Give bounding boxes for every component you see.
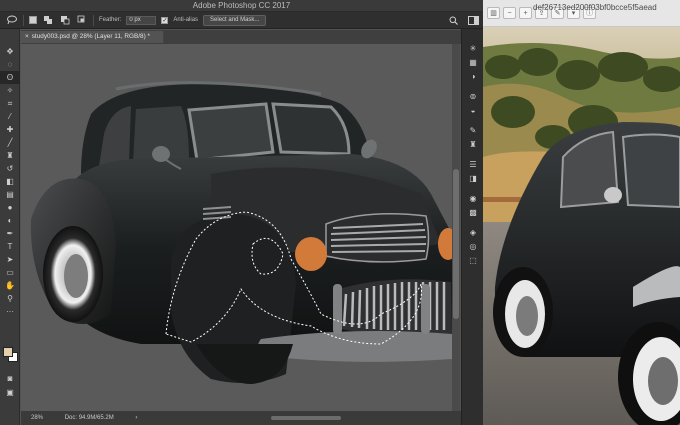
screen-mode-icon[interactable]: ▣ <box>0 386 20 399</box>
styles-panel-icon[interactable]: ◒ <box>462 103 484 117</box>
sidebar-icon[interactable]: ▥ <box>487 7 500 19</box>
horizontal-scroll-thumb[interactable] <box>271 416 341 420</box>
intersect-selection-icon[interactable] <box>76 15 88 26</box>
navigator-panel-icon[interactable]: ✳ <box>462 41 484 55</box>
more-tools-icon[interactable]: ··· <box>0 305 20 318</box>
eraser-tool-icon[interactable]: ◧ <box>0 175 20 188</box>
healing-brush-tool-icon[interactable]: ✚ <box>0 123 20 136</box>
reference-car-photo <box>483 27 680 425</box>
lasso-tool-icon[interactable]: ʘ <box>0 71 20 84</box>
zoom-out-icon[interactable]: − <box>503 7 516 19</box>
layers-panel-icon[interactable]: ◈ <box>462 225 484 239</box>
search-icon[interactable] <box>447 15 459 26</box>
options-bar: Feather: ✓ Anti-alias Select and Mask... <box>0 12 483 29</box>
preview-window: ▥ − + ⇪ ✎ ▾ ⓘ def26713ed200f03bf0bcce5f5… <box>483 0 680 425</box>
separator <box>93 14 94 26</box>
properties-panel-icon[interactable]: ☰ <box>462 157 484 171</box>
adjustments-panel-icon[interactable]: ◑ <box>462 69 484 83</box>
libraries-panel-icon[interactable]: ⬚ <box>462 253 484 267</box>
anti-alias-checkbox[interactable]: ✓ <box>161 16 169 24</box>
clone-source-panel-icon[interactable]: ♜ <box>462 137 484 151</box>
feather-label: Feather: <box>99 17 122 23</box>
history-brush-tool-icon[interactable]: ↺ <box>0 162 20 175</box>
quick-mask-icon[interactable]: ◙ <box>0 372 20 385</box>
lasso-tool-preset-icon[interactable] <box>6 15 18 26</box>
feather-input[interactable] <box>126 15 157 25</box>
brush-tool-icon[interactable]: ╱ <box>0 136 20 149</box>
vertical-scrollbar[interactable] <box>452 44 460 411</box>
document-canvas[interactable] <box>21 44 452 411</box>
blur-tool-icon[interactable]: ● <box>0 201 20 214</box>
select-and-mask-button[interactable]: Select and Mask... <box>203 14 267 26</box>
zoom-tool-icon[interactable]: ⚲ <box>0 292 20 305</box>
tools-panel: ✥ ◌ ʘ ✧ ⌗ ⁄ ✚ ╱ ♜ ↺ ◧ ▤ ● ◐ ✒ T ➤ ▭ ✋ ⚲ … <box>0 29 20 425</box>
path-selection-tool-icon[interactable]: ➤ <box>0 253 20 266</box>
type-tool-icon[interactable]: T <box>0 240 20 253</box>
paths-panel-icon[interactable]: ⊚ <box>462 89 484 103</box>
bumper-guard-left <box>333 284 342 334</box>
swatches-panel-icon[interactable]: ▩ <box>462 205 484 219</box>
pen-tool-icon[interactable]: ✒ <box>0 227 20 240</box>
preview-toolbar: ▥ − + ⇪ ✎ ▾ ⓘ def26713ed200f03bf0bcce5f5… <box>483 0 680 27</box>
foreground-color-swatch[interactable] <box>3 347 13 357</box>
bumper-guard-right <box>421 284 430 334</box>
photoshop-window: Adobe Photoshop CC 2017 Feather: ✓ Anti-… <box>0 0 483 425</box>
info-panel-icon[interactable]: ◉ <box>462 191 484 205</box>
vertical-scroll-thumb[interactable] <box>453 169 459 319</box>
channels-panel-icon[interactable]: ◎ <box>462 239 484 253</box>
document-tab-title: study003.psd @ 28% (Layer 11, RGB/8) * <box>31 33 150 40</box>
subtract-from-selection-icon[interactable] <box>59 15 71 26</box>
preview-url: def26713ed200f03bf0bcce5f5aead <box>533 3 657 12</box>
front-headlight <box>295 237 327 271</box>
close-tab-icon[interactable]: × <box>25 33 29 40</box>
anti-alias-label: Anti-alias <box>173 17 199 23</box>
window-title: Adobe Photoshop CC 2017 <box>0 0 483 12</box>
hand-tool-icon[interactable]: ✋ <box>0 279 20 292</box>
history-panel-icon[interactable]: ◨ <box>462 171 484 185</box>
add-to-selection-icon[interactable] <box>42 15 54 26</box>
car-artwork <box>30 81 452 384</box>
rectangle-tool-icon[interactable]: ▭ <box>0 266 20 279</box>
crop-tool-icon[interactable]: ⌗ <box>0 97 20 110</box>
reference-photo <box>483 27 680 425</box>
zoom-in-icon[interactable]: + <box>519 7 532 19</box>
eyedropper-tool-icon[interactable]: ⁄ <box>0 110 20 123</box>
panel-dock: ✳ ▦ ◑ ⊚ ◒ ✎ ♜ ☰ ◨ ◉ ▩ ◈ ◎ ⬚ <box>461 29 483 425</box>
magic-wand-tool-icon[interactable]: ✧ <box>0 84 20 97</box>
rear-hubcap <box>64 254 88 298</box>
separator <box>23 14 24 26</box>
zoom-level[interactable]: 28% <box>31 415 43 421</box>
brush-panel-icon[interactable]: ✎ <box>462 123 484 137</box>
color-panel-icon[interactable]: ▦ <box>462 55 484 69</box>
clone-stamp-tool-icon[interactable]: ♜ <box>0 149 20 162</box>
front-side-window <box>187 102 275 162</box>
status-menu-arrow[interactable]: › <box>135 415 137 421</box>
dodge-tool-icon[interactable]: ◐ <box>0 214 20 227</box>
gradient-tool-icon[interactable]: ▤ <box>0 188 20 201</box>
document-tab[interactable]: × study003.psd @ 28% (Layer 11, RGB/8) * <box>21 31 164 43</box>
status-bar: 28% Doc: 94.9M/65.2M › <box>21 411 461 425</box>
workspace-icon[interactable] <box>467 15 479 26</box>
document-size: Doc: 94.9M/65.2M <box>64 415 114 421</box>
new-selection-icon[interactable] <box>29 16 37 24</box>
marquee-tool-icon[interactable]: ◌ <box>0 58 20 71</box>
move-tool-icon[interactable]: ✥ <box>0 45 20 58</box>
